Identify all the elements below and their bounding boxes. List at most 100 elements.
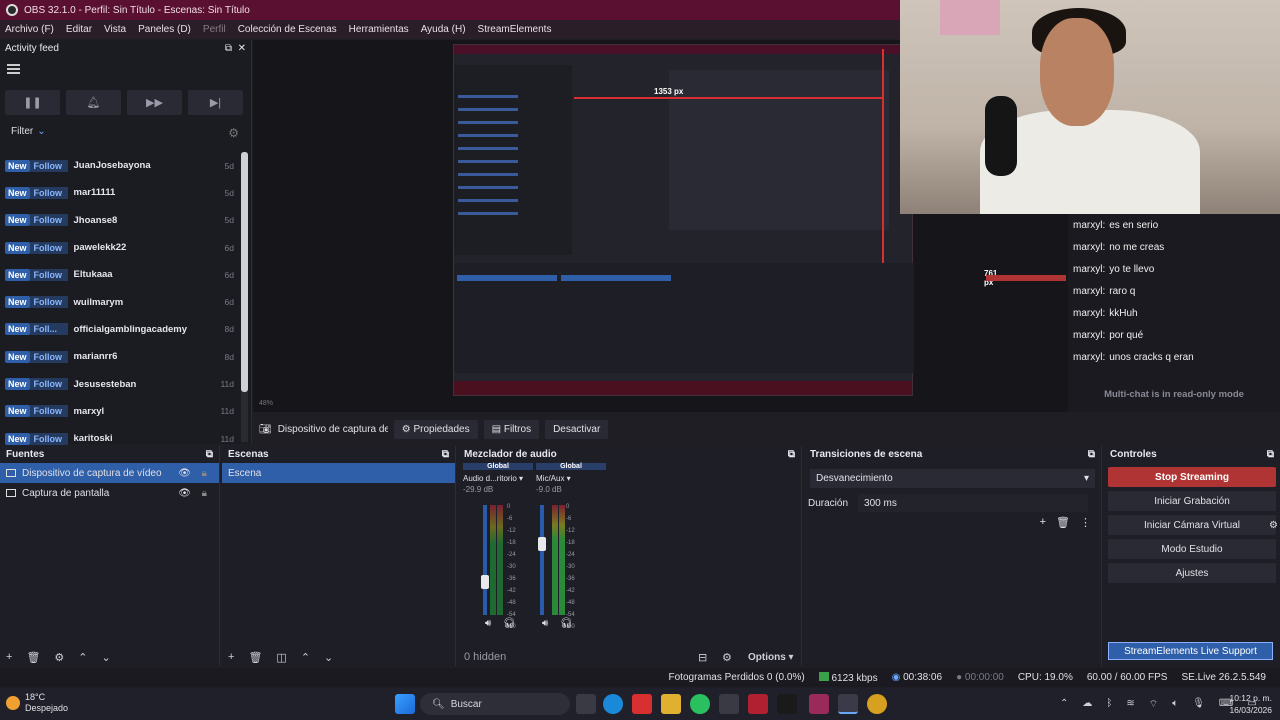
clock[interactable]: 10:12 p. m. 16/03/2026 (1229, 692, 1272, 716)
activity-item[interactable]: New Follow marianrr6 8d (0, 343, 240, 370)
gear-icon[interactable]: ⚙ (228, 126, 239, 140)
youtube-icon[interactable] (632, 694, 652, 714)
chat-username[interactable]: marxyl: (1073, 330, 1105, 341)
eye-icon[interactable]: 👁︎ (178, 468, 191, 479)
task-view-icon[interactable] (576, 694, 596, 714)
filter-dropdown[interactable]: Filter ⌄ (11, 126, 46, 137)
trash-icon[interactable]: 🗑︎ (26, 651, 40, 664)
lock-icon[interactable]: 🔒︎ (202, 488, 207, 499)
activity-item[interactable]: New Follow Jesusesteban 11d (0, 370, 240, 397)
taskbar-search[interactable]: 🔍︎ Buscar (420, 693, 570, 715)
gear-icon[interactable]: ⚙ (54, 651, 64, 664)
trash-icon[interactable]: 🗑︎ (1056, 516, 1070, 529)
float-icon[interactable]: ⧉ (225, 43, 232, 54)
add-icon[interactable]: + (228, 651, 234, 663)
menu-editar[interactable]: Editar (66, 24, 92, 35)
add-icon[interactable]: + (1040, 516, 1046, 529)
properties-button[interactable]: ⚙ Propiedades (393, 419, 478, 439)
headphones-icon[interactable]: 🎧︎ (560, 618, 573, 629)
studio-mode-button[interactable]: Modo Estudio (1108, 539, 1276, 559)
gear-icon[interactable]: ⚙ (722, 651, 732, 664)
activity-item[interactable]: New Follow pawelekk22 6d (0, 234, 240, 261)
tiktok-icon[interactable] (777, 694, 797, 714)
activity-item[interactable]: New Follow wuilmarym 6d (0, 288, 240, 315)
filters-button[interactable]: ▤ Filtros (483, 419, 540, 439)
chat-username[interactable]: marxyl: (1073, 264, 1105, 275)
eye-icon[interactable]: 👁︎ (178, 488, 191, 499)
skip-end-button[interactable]: ▶| (188, 90, 243, 115)
hamburger-menu-icon[interactable] (7, 64, 20, 74)
volume-fader[interactable] (483, 505, 487, 615)
start-virtual-camera-button[interactable]: Iniciar Cámara Virtual ⚙ (1108, 515, 1278, 535)
stop-streaming-button[interactable]: Stop Streaming (1108, 467, 1276, 487)
layout-icon[interactable]: ⊟ (698, 651, 707, 664)
float-icon[interactable]: ⧉ (1267, 449, 1274, 460)
more-icon[interactable]: ⋮ (1080, 516, 1091, 529)
edge-icon[interactable] (603, 694, 623, 714)
lock-icon[interactable]: 🔒︎ (202, 468, 207, 479)
options-button[interactable]: Options ▾ (748, 652, 794, 663)
channel-name[interactable]: Mic/Aux ▾ (536, 474, 606, 483)
chat-username[interactable]: marxyl: (1073, 308, 1105, 319)
filter-icon[interactable]: ◫ (276, 651, 286, 664)
settings-button[interactable]: Ajustes (1108, 563, 1276, 583)
activity-item[interactable]: New Follow mar11111 5d (0, 179, 240, 206)
float-icon[interactable]: ⧉ (1088, 449, 1095, 460)
speaker-icon[interactable]: 🔈︎ (1172, 698, 1178, 711)
activity-scrollbar[interactable] (241, 152, 248, 442)
notifications-button[interactable]: 🔔︎ (66, 90, 121, 115)
chat-username[interactable]: marxyl: (1073, 242, 1105, 253)
store-icon[interactable] (719, 694, 739, 714)
gear-icon[interactable]: ⚙ (1269, 520, 1278, 531)
volume-icon[interactable]: 🔊︎ (485, 618, 491, 629)
network-icon[interactable]: ≋ (1126, 698, 1134, 711)
chat-username[interactable]: marxyl: (1073, 352, 1105, 363)
volume-knob[interactable] (481, 575, 489, 589)
arrow-down-icon[interactable]: ⌄ (102, 651, 111, 664)
menu-vista[interactable]: Vista (104, 24, 126, 35)
folder-icon[interactable] (661, 694, 681, 714)
menu-ayuda[interactable]: Ayuda (H) (421, 24, 466, 35)
activity-item[interactable]: New Follow Jhoanse8 5d (0, 207, 240, 234)
activity-item[interactable]: New Follow marxyl 11d (0, 398, 240, 425)
cloud-icon[interactable]: ☁ (1082, 698, 1092, 711)
deactivate-button[interactable]: Desactivar (545, 419, 609, 439)
scene-item[interactable]: Escena (222, 463, 455, 483)
whatsapp-icon[interactable] (690, 694, 710, 714)
chevron-up-icon[interactable]: ⌃ (1060, 698, 1068, 711)
float-icon[interactable]: ⧉ (788, 449, 795, 460)
arrow-down-icon[interactable]: ⌄ (324, 651, 333, 664)
source-item[interactable]: Dispositivo de captura de vídeo 👁︎ 🔒︎ (0, 463, 219, 483)
trash-icon[interactable]: 🗑︎ (248, 651, 262, 664)
streamelements-support-button[interactable]: StreamElements Live Support (1108, 642, 1273, 660)
volume-icon[interactable]: 🔊︎ (542, 618, 548, 629)
volume-knob[interactable] (538, 536, 546, 551)
scroll-thumb[interactable] (241, 152, 248, 392)
channel-name[interactable]: Audio d...ritorio ▾ (463, 474, 533, 483)
activity-item[interactable]: New Follow Eltukaaa 6d (0, 261, 240, 288)
arrow-up-icon[interactable]: ⌃ (301, 651, 310, 664)
volume-fader[interactable] (540, 505, 544, 615)
wifi-icon[interactable]: ⌔ (1149, 698, 1158, 711)
menu-herramientas[interactable]: Herramientas (349, 24, 409, 35)
duration-input[interactable]: 300 ms (858, 494, 1089, 512)
start-recording-button[interactable]: Iniciar Grabación (1108, 491, 1276, 511)
windows-start-icon[interactable] (395, 694, 415, 714)
f-app-icon[interactable] (809, 694, 829, 714)
activity-item[interactable]: New Follow JuanJosebayona 5d (0, 152, 240, 179)
menu-coleccion-escenas[interactable]: Colección de Escenas (238, 24, 337, 35)
float-icon[interactable]: ⧉ (442, 449, 449, 460)
pause-button[interactable]: ❚❚ (5, 90, 60, 115)
float-icon[interactable]: ⧉ (206, 449, 213, 460)
winamp-icon[interactable] (748, 694, 768, 714)
bluetooth-icon[interactable]: ᛒ (1106, 698, 1112, 711)
headphones-icon[interactable]: 🎧︎ (503, 618, 516, 629)
mic-icon[interactable]: 🎙︎ (1192, 698, 1205, 711)
arrow-up-icon[interactable]: ⌃ (78, 651, 87, 664)
menu-paneles[interactable]: Paneles (D) (138, 24, 191, 35)
transition-select[interactable]: Desvanecimiento ▾ (810, 469, 1095, 488)
obs-taskbar-icon[interactable] (838, 694, 858, 714)
activity-item[interactable]: New Foll... officialgamblingacademy 8d (0, 316, 240, 343)
source-item[interactable]: Captura de pantalla 👁︎ 🔒︎ (0, 483, 219, 503)
menu-archivo[interactable]: Archivo (F) (5, 24, 54, 35)
